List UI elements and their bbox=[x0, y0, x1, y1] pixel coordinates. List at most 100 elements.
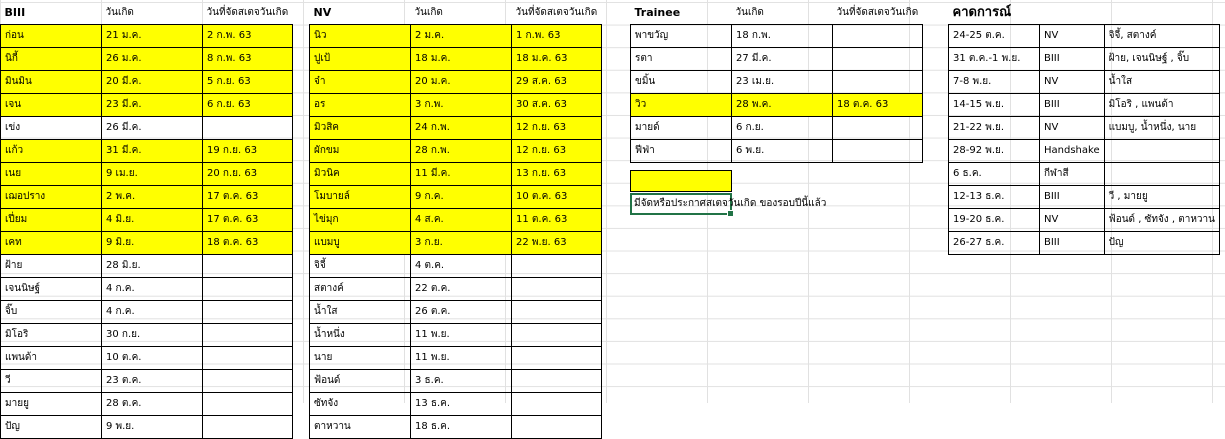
biii-birthday-cell[interactable]: 23 มี.ค. bbox=[101, 93, 203, 118]
biii-header-2[interactable]: วันที่จัดสเตจวันเกิด bbox=[203, 2, 293, 25]
biii-stage-cell[interactable]: 6 ก.ย. 63 bbox=[202, 93, 293, 118]
forecast-members-cell[interactable]: มิโอริ , แพนด้า bbox=[1103, 93, 1221, 118]
nv-birthday-cell[interactable]: 11 มี.ค. bbox=[410, 162, 512, 187]
forecast-team-cell[interactable]: BIII bbox=[1039, 185, 1105, 210]
nv-name-cell[interactable]: ปูเป้ bbox=[309, 47, 411, 72]
forecast-team-cell[interactable]: BIII bbox=[1039, 231, 1105, 256]
forecast-members-cell[interactable]: ฝ้าย, เจนนิษฐ์ , จิ๊บ bbox=[1103, 47, 1221, 72]
nv-name-cell[interactable]: จิจี้ bbox=[309, 254, 411, 279]
trainee-name-cell[interactable]: รตา bbox=[630, 47, 732, 72]
nv-stage-cell[interactable]: 10 ต.ค. 63 bbox=[511, 185, 602, 210]
trainee-name-cell[interactable]: ขมิ้น bbox=[630, 70, 732, 95]
trainee-birthday-cell[interactable]: 28 พ.ค. bbox=[731, 93, 833, 118]
biii-birthday-cell[interactable]: 31 มี.ค. bbox=[101, 139, 203, 164]
biii-name-cell[interactable]: ก่อน bbox=[0, 24, 102, 49]
nv-stage-cell[interactable]: 13 ก.ย. 63 bbox=[511, 162, 602, 187]
biii-birthday-cell[interactable]: 9 มิ.ย. bbox=[101, 231, 203, 256]
biii-birthday-cell[interactable]: 28 ต.ค. bbox=[101, 392, 203, 417]
biii-name-cell[interactable]: จิ๊บ bbox=[0, 300, 102, 325]
biii-stage-cell[interactable] bbox=[202, 116, 293, 141]
biii-stage-cell[interactable]: 2 ก.พ. 63 bbox=[202, 24, 293, 49]
biii-birthday-cell[interactable]: 20 มี.ค. bbox=[101, 70, 203, 95]
forecast-members-cell[interactable] bbox=[1103, 162, 1221, 187]
forecast-title[interactable]: คาดการณ์ bbox=[949, 2, 1220, 25]
biii-birthday-cell[interactable]: 10 ต.ค. bbox=[101, 346, 203, 371]
nv-stage-cell[interactable]: 22 พ.ย. 63 bbox=[511, 231, 602, 256]
forecast-members-cell[interactable]: วี , มายยู bbox=[1103, 185, 1221, 210]
forecast-dates-cell[interactable]: 12-13 ธ.ค. bbox=[948, 185, 1040, 210]
biii-birthday-cell[interactable]: 26 มี.ค. bbox=[101, 116, 203, 141]
nv-name-cell[interactable]: จ๋า bbox=[309, 70, 411, 95]
trainee-name-cell[interactable]: ฟีฟ่า bbox=[630, 139, 732, 164]
trainee-stage-cell[interactable] bbox=[832, 116, 923, 141]
trainee-stage-cell[interactable] bbox=[832, 47, 923, 72]
forecast-dates-cell[interactable]: 14-15 พ.ย. bbox=[948, 93, 1040, 118]
biii-stage-cell[interactable] bbox=[202, 300, 293, 325]
nv-stage-cell[interactable] bbox=[511, 346, 602, 371]
nv-birthday-cell[interactable]: 3 ก.พ. bbox=[410, 93, 512, 118]
biii-birthday-cell[interactable]: 4 ก.ค. bbox=[101, 300, 203, 325]
trainee-stage-cell[interactable]: 18 ต.ค. 63 bbox=[832, 93, 923, 118]
nv-name-cell[interactable]: ไข่มุก bbox=[309, 208, 411, 233]
nv-name-cell[interactable]: ผักขม bbox=[309, 139, 411, 164]
biii-stage-cell[interactable]: 8 ก.พ. 63 bbox=[202, 47, 293, 72]
biii-name-cell[interactable]: เจน bbox=[0, 93, 102, 118]
nv-stage-cell[interactable] bbox=[511, 277, 602, 302]
nv-stage-cell[interactable] bbox=[511, 300, 602, 325]
forecast-dates-cell[interactable]: 19-20 ธ.ค. bbox=[948, 208, 1040, 233]
nv-birthday-cell[interactable]: 20 ม.ค. bbox=[410, 70, 512, 95]
forecast-team-cell[interactable]: NV bbox=[1039, 24, 1105, 49]
biii-name-cell[interactable]: วี bbox=[0, 369, 102, 394]
nv-name-cell[interactable]: นิว bbox=[309, 24, 411, 49]
nv-birthday-cell[interactable]: 26 ต.ค. bbox=[410, 300, 512, 325]
trainee-name-cell[interactable]: พาขวัญ bbox=[630, 24, 732, 49]
nv-stage-cell[interactable] bbox=[511, 392, 602, 417]
biii-name-cell[interactable]: เคท bbox=[0, 231, 102, 256]
biii-stage-cell[interactable]: 17 ต.ค. 63 bbox=[202, 185, 293, 210]
nv-birthday-cell[interactable]: 9 ก.ค. bbox=[410, 185, 512, 210]
forecast-dates-cell[interactable]: 21-22 พ.ย. bbox=[948, 116, 1040, 141]
trainee-birthday-cell[interactable]: 23 เม.ย. bbox=[731, 70, 833, 95]
biii-stage-cell[interactable]: 19 ก.ย. 63 bbox=[202, 139, 293, 164]
legend-note-cell[interactable]: มีจัดหรือประกาศสเตจวันเกิด ของรอบปีนี้แล… bbox=[630, 193, 826, 217]
biii-stage-cell[interactable]: 20 ก.ย. 63 bbox=[202, 162, 293, 187]
nv-name-cell[interactable]: แบมบู bbox=[309, 231, 411, 256]
nv-birthday-cell[interactable]: 11 พ.ย. bbox=[410, 346, 512, 371]
biii-birthday-cell[interactable]: 23 ต.ค. bbox=[101, 369, 203, 394]
forecast-team-cell[interactable]: NV bbox=[1039, 70, 1105, 95]
forecast-team-cell[interactable]: NV bbox=[1039, 116, 1105, 141]
biii-stage-cell[interactable] bbox=[202, 254, 293, 279]
biii-name-cell[interactable]: มิโอริ bbox=[0, 323, 102, 348]
trainee-header-1[interactable]: วันเกิด bbox=[732, 2, 833, 25]
nv-name-cell[interactable]: นาย bbox=[309, 346, 411, 371]
biii-name-cell[interactable]: เฌอปราง bbox=[0, 185, 102, 210]
biii-name-cell[interactable]: เนย bbox=[0, 162, 102, 187]
nv-name-cell[interactable]: ซัทจัง bbox=[309, 392, 411, 417]
nv-header-0[interactable]: NV bbox=[310, 2, 411, 25]
nv-name-cell[interactable]: สตางค์ bbox=[309, 277, 411, 302]
nv-name-cell[interactable]: อร bbox=[309, 93, 411, 118]
trainee-header-2[interactable]: วันที่จัดสเตจวันเกิด bbox=[833, 2, 923, 25]
forecast-dates-cell[interactable]: 28-92 พ.ย. bbox=[948, 139, 1040, 164]
nv-birthday-cell[interactable]: 3 ก.ย. bbox=[410, 231, 512, 256]
trainee-birthday-cell[interactable]: 18 ก.พ. bbox=[731, 24, 833, 49]
forecast-members-cell[interactable]: ฟ้อนด์ , ซัทจัง , ตาหวาน bbox=[1103, 208, 1221, 233]
forecast-dates-cell[interactable]: 6 ธ.ค. bbox=[948, 162, 1040, 187]
trainee-stage-cell[interactable] bbox=[832, 139, 923, 164]
forecast-members-cell[interactable]: แบมบู, น้ำหนึ่ง, นาย bbox=[1103, 116, 1221, 141]
forecast-dates-cell[interactable]: 31 ต.ค.-1 พ.ย. bbox=[948, 47, 1040, 72]
biii-stage-cell[interactable]: 5 ก.ย. 63 bbox=[202, 70, 293, 95]
forecast-dates-cell[interactable]: 26-27 ธ.ค. bbox=[948, 231, 1040, 256]
nv-birthday-cell[interactable]: 28 ก.พ. bbox=[410, 139, 512, 164]
nv-birthday-cell[interactable]: 22 ต.ค. bbox=[410, 277, 512, 302]
biii-stage-cell[interactable] bbox=[202, 277, 293, 302]
trainee-stage-cell[interactable] bbox=[832, 70, 923, 95]
nv-stage-cell[interactable] bbox=[511, 254, 602, 279]
nv-stage-cell[interactable]: 1 ก.พ. 63 bbox=[511, 24, 602, 49]
biii-stage-cell[interactable] bbox=[202, 323, 293, 348]
biii-stage-cell[interactable] bbox=[202, 346, 293, 371]
biii-name-cell[interactable]: นิกี้ bbox=[0, 47, 102, 72]
nv-birthday-cell[interactable]: 3 ธ.ค. bbox=[410, 369, 512, 394]
biii-name-cell[interactable]: ฝ้าย bbox=[0, 254, 102, 279]
nv-stage-cell[interactable]: 30 ส.ค. 63 bbox=[511, 93, 602, 118]
